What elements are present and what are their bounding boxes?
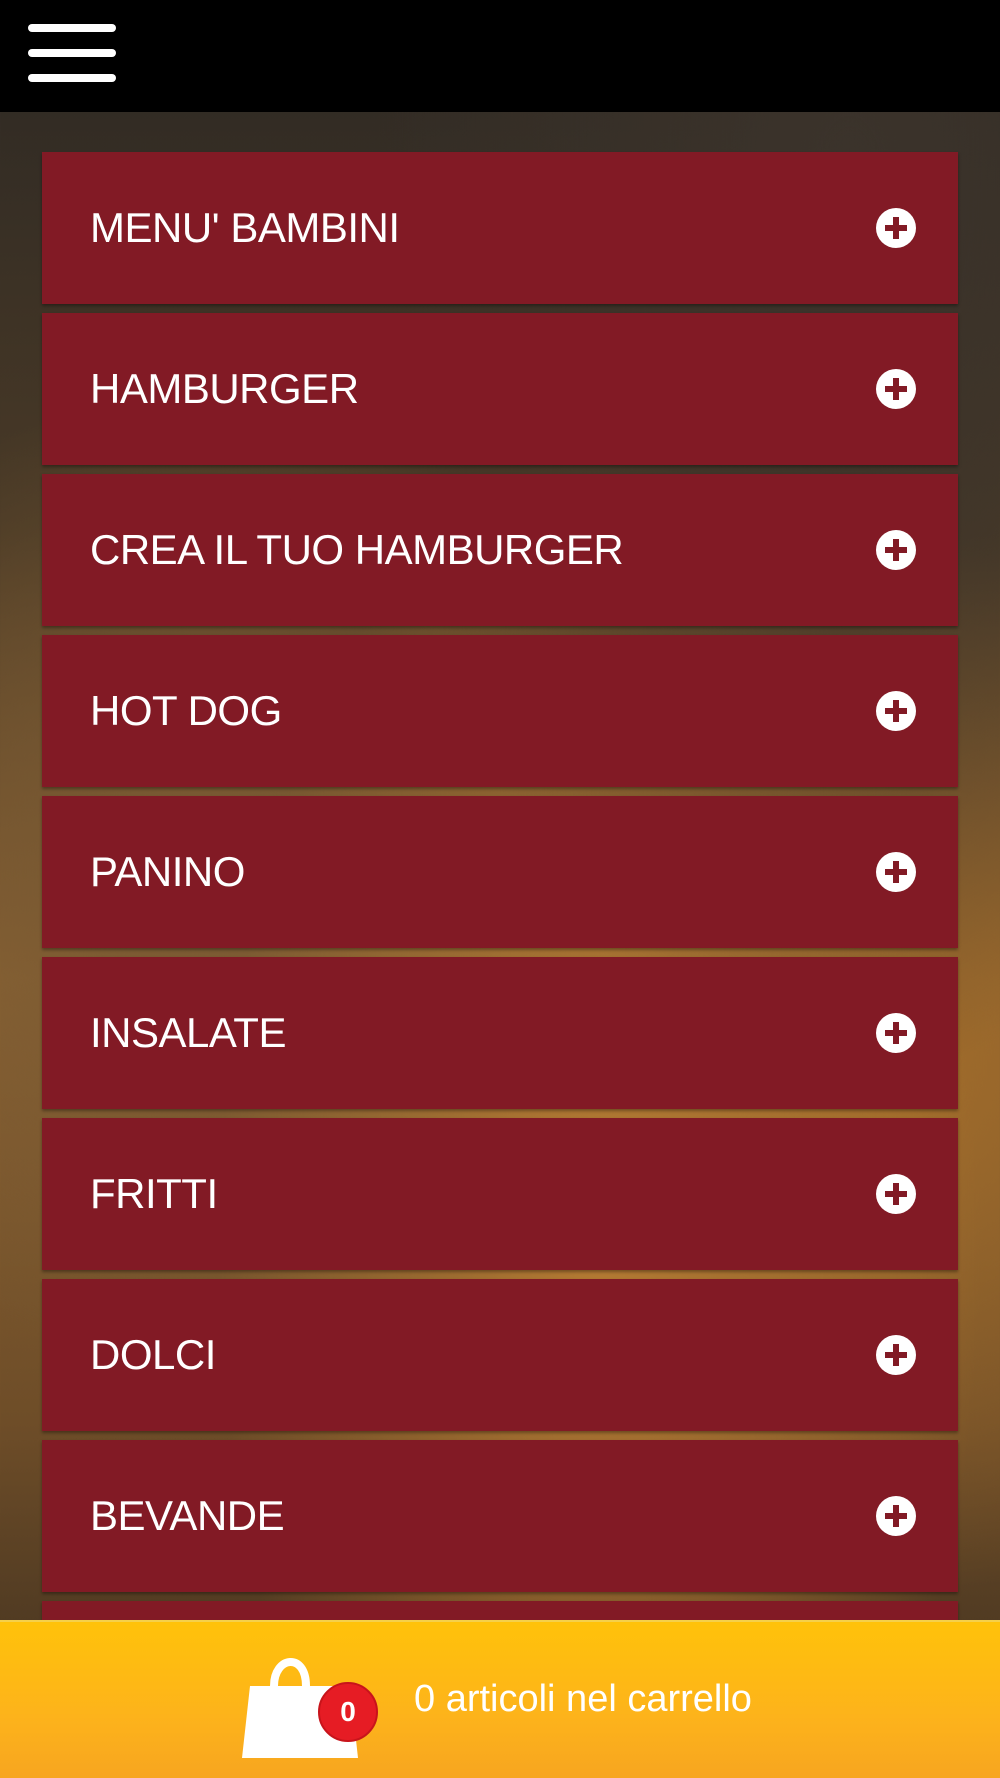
plus-circle-icon[interactable] — [876, 852, 916, 892]
plus-circle-icon[interactable] — [876, 369, 916, 409]
menu-item-fritti[interactable]: FRITTI — [42, 1118, 958, 1270]
menu-item-hamburger[interactable]: HAMBURGER — [42, 313, 958, 465]
category-menu-list: MENU' BAMBINI HAMBURGER CREA IL TUO HAMB… — [42, 152, 958, 1650]
menu-item-dolci[interactable]: DOLCI — [42, 1279, 958, 1431]
plus-circle-icon[interactable] — [876, 1174, 916, 1214]
cart-summary-text[interactable]: 0 articoli nel carrello — [414, 1620, 752, 1778]
menu-item-label: BEVANDE — [90, 1492, 285, 1539]
menu-item-label: MENU' BAMBINI — [90, 204, 400, 251]
top-bar — [0, 0, 1000, 112]
menu-item-panino[interactable]: PANINO — [42, 796, 958, 948]
plus-circle-icon[interactable] — [876, 1496, 916, 1536]
menu-item-label: INSALATE — [90, 1009, 286, 1056]
cart-count-badge: 0 — [318, 1682, 378, 1742]
menu-item-hot-dog[interactable]: HOT DOG — [42, 635, 958, 787]
menu-item-label: CREA IL TUO HAMBURGER — [90, 526, 624, 573]
menu-item-menu-bambini[interactable]: MENU' BAMBINI — [42, 152, 958, 304]
menu-item-insalate[interactable]: INSALATE — [42, 957, 958, 1109]
plus-circle-icon[interactable] — [876, 691, 916, 731]
plus-circle-icon[interactable] — [876, 1013, 916, 1053]
menu-item-crea-il-tuo-hamburger[interactable]: CREA IL TUO HAMBURGER — [42, 474, 958, 626]
menu-item-label: HAMBURGER — [90, 365, 359, 412]
hamburger-menu-icon[interactable] — [24, 20, 120, 86]
plus-circle-icon[interactable] — [876, 530, 916, 570]
menu-item-label: DOLCI — [90, 1331, 216, 1378]
hamburger-line — [28, 49, 116, 57]
plus-circle-icon[interactable] — [876, 208, 916, 248]
menu-item-label: PANINO — [90, 848, 245, 895]
menu-item-label: FRITTI — [90, 1170, 218, 1217]
menu-item-bevande[interactable]: BEVANDE — [42, 1440, 958, 1592]
hamburger-line — [28, 74, 116, 82]
plus-circle-icon[interactable] — [876, 1335, 916, 1375]
hamburger-line — [28, 24, 116, 32]
menu-item-label: HOT DOG — [90, 687, 282, 734]
